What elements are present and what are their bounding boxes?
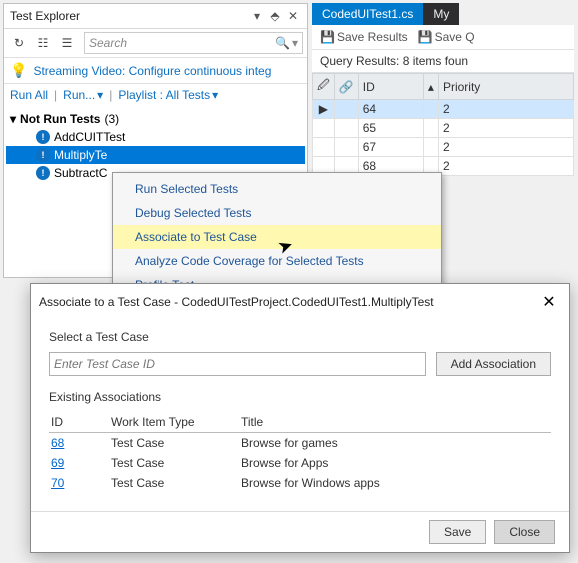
context-menu-item[interactable]: Analyze Code Coverage for Selected Tests: [113, 249, 441, 273]
cell-priority: 2: [438, 138, 573, 157]
run-all-button[interactable]: Run All: [10, 88, 48, 102]
assoc-type: Test Case: [109, 473, 239, 493]
search-input[interactable]: [89, 36, 275, 50]
group-label: Not Run Tests: [20, 112, 100, 126]
dialog-title: Associate to a Test Case - CodedUITestPr…: [39, 295, 537, 309]
cell-priority: 2: [438, 119, 573, 138]
expand-icon[interactable]: ▾: [10, 112, 16, 126]
panel-titlebar: Test Explorer ▾ ⬘ ✕: [4, 4, 307, 29]
col-id[interactable]: ID: [49, 412, 109, 433]
tab-strip: CodedUITest1.cs My: [312, 3, 574, 25]
doc-toolbar: 💾Save Results 💾Save Q: [312, 25, 574, 50]
bulb-icon: 💡: [10, 62, 27, 79]
search-icon[interactable]: 🔍: [275, 36, 290, 50]
context-menu-item[interactable]: Associate to Test Case: [113, 225, 441, 249]
status-icon: !: [36, 130, 50, 144]
save-button[interactable]: Save: [429, 520, 486, 544]
cell-id: 67: [358, 138, 423, 157]
cell-id: 64: [358, 100, 423, 119]
results-grid[interactable]: 🖉 🔗 ID ▴ Priority ▶642652672682: [312, 73, 574, 176]
query-results-line: Query Results: 8 items foun: [312, 50, 574, 73]
cell-id: 65: [358, 119, 423, 138]
add-association-button[interactable]: Add Association: [436, 352, 551, 376]
tree-item-label: AddCUITTest: [54, 130, 125, 144]
run-button[interactable]: Run... ▾: [63, 88, 103, 102]
pin-icon[interactable]: ⬘: [267, 8, 283, 24]
assoc-id-link[interactable]: 69: [51, 456, 64, 470]
info-bar[interactable]: 💡 Streaming Video: Configure continuous …: [4, 58, 307, 84]
associations-table: ID Work Item Type Title 68 Test CaseBrows…: [49, 412, 551, 493]
tree-item[interactable]: ! MultiplyTe: [6, 146, 305, 164]
run-bar: Run All | Run... ▾ | Playlist : All Test…: [4, 84, 307, 106]
cell-priority: 2: [438, 157, 573, 176]
select-label: Select a Test Case: [49, 330, 551, 344]
col-link2[interactable]: 🔗: [334, 74, 358, 100]
table-row[interactable]: 65 2: [313, 119, 574, 138]
tab-my[interactable]: My: [423, 3, 459, 25]
info-bar-text: Streaming Video: Configure continuous in…: [33, 64, 271, 78]
table-row[interactable]: 68 Test CaseBrowse for games: [49, 433, 551, 454]
assoc-type: Test Case: [109, 453, 239, 473]
table-row[interactable]: 69 Test CaseBrowse for Apps: [49, 453, 551, 473]
save-icon: 💾: [418, 30, 433, 44]
tree-group[interactable]: ▾ Not Run Tests (3): [6, 110, 305, 128]
search-field[interactable]: 🔍 ▾: [84, 32, 303, 54]
tab-codeduitest[interactable]: CodedUITest1.cs: [312, 3, 423, 25]
assoc-title: Browse for games: [239, 433, 551, 454]
assoc-type: Test Case: [109, 433, 239, 454]
tree-item-label: SubtractC: [54, 166, 107, 180]
document-panel: CodedUITest1.cs My 💾Save Results 💾Save Q…: [312, 3, 574, 176]
assoc-title: Browse for Windows apps: [239, 473, 551, 493]
tree-item[interactable]: ! AddCUITTest: [6, 128, 305, 146]
test-case-id-input[interactable]: [49, 352, 426, 376]
table-row[interactable]: 67 2: [313, 138, 574, 157]
assoc-id-link[interactable]: 68: [51, 436, 64, 450]
close-panel-icon[interactable]: ✕: [285, 8, 301, 24]
dialog-footer: Save Close: [31, 511, 569, 552]
group-count: (3): [104, 112, 119, 126]
dialog-titlebar: Associate to a Test Case - CodedUITestPr…: [31, 284, 569, 320]
search-dropdown-icon[interactable]: ▾: [292, 36, 298, 50]
assoc-title: Browse for Apps: [239, 453, 551, 473]
existing-label: Existing Associations: [49, 390, 551, 404]
playlist-button[interactable]: Playlist : All Tests ▾: [118, 88, 218, 102]
context-menu-item[interactable]: Run Selected Tests: [113, 177, 441, 201]
cell-priority: 2: [438, 100, 573, 119]
refresh-icon[interactable]: ↻: [8, 32, 30, 54]
status-icon: !: [36, 166, 50, 180]
save-q-button[interactable]: 💾Save Q: [418, 30, 475, 44]
context-menu-item[interactable]: Debug Selected Tests: [113, 201, 441, 225]
sort-icon[interactable]: ▴: [423, 74, 438, 100]
close-icon[interactable]: ✕: [537, 290, 561, 314]
group-icon[interactable]: ☷: [32, 32, 54, 54]
filter-icon[interactable]: ☰: [56, 32, 78, 54]
table-row[interactable]: ▶642: [313, 100, 574, 119]
close-button[interactable]: Close: [494, 520, 555, 544]
tree-item-label: MultiplyTe: [54, 148, 107, 162]
panel-title: Test Explorer: [10, 9, 249, 23]
col-type[interactable]: Work Item Type: [109, 412, 239, 433]
table-row[interactable]: 70 Test CaseBrowse for Windows apps: [49, 473, 551, 493]
col-link[interactable]: 🖉: [313, 74, 335, 100]
test-explorer-toolbar: ↻ ☷ ☰ 🔍 ▾: [4, 29, 307, 58]
dropdown-icon[interactable]: ▾: [249, 8, 265, 24]
associate-dialog: Associate to a Test Case - CodedUITestPr…: [30, 283, 570, 553]
col-id[interactable]: ID: [358, 74, 423, 100]
col-priority[interactable]: Priority: [438, 74, 573, 100]
col-title[interactable]: Title: [239, 412, 551, 433]
save-results-button[interactable]: 💾Save Results: [320, 30, 408, 44]
assoc-id-link[interactable]: 70: [51, 476, 64, 490]
status-icon: !: [36, 148, 50, 162]
save-icon: 💾: [320, 30, 335, 44]
